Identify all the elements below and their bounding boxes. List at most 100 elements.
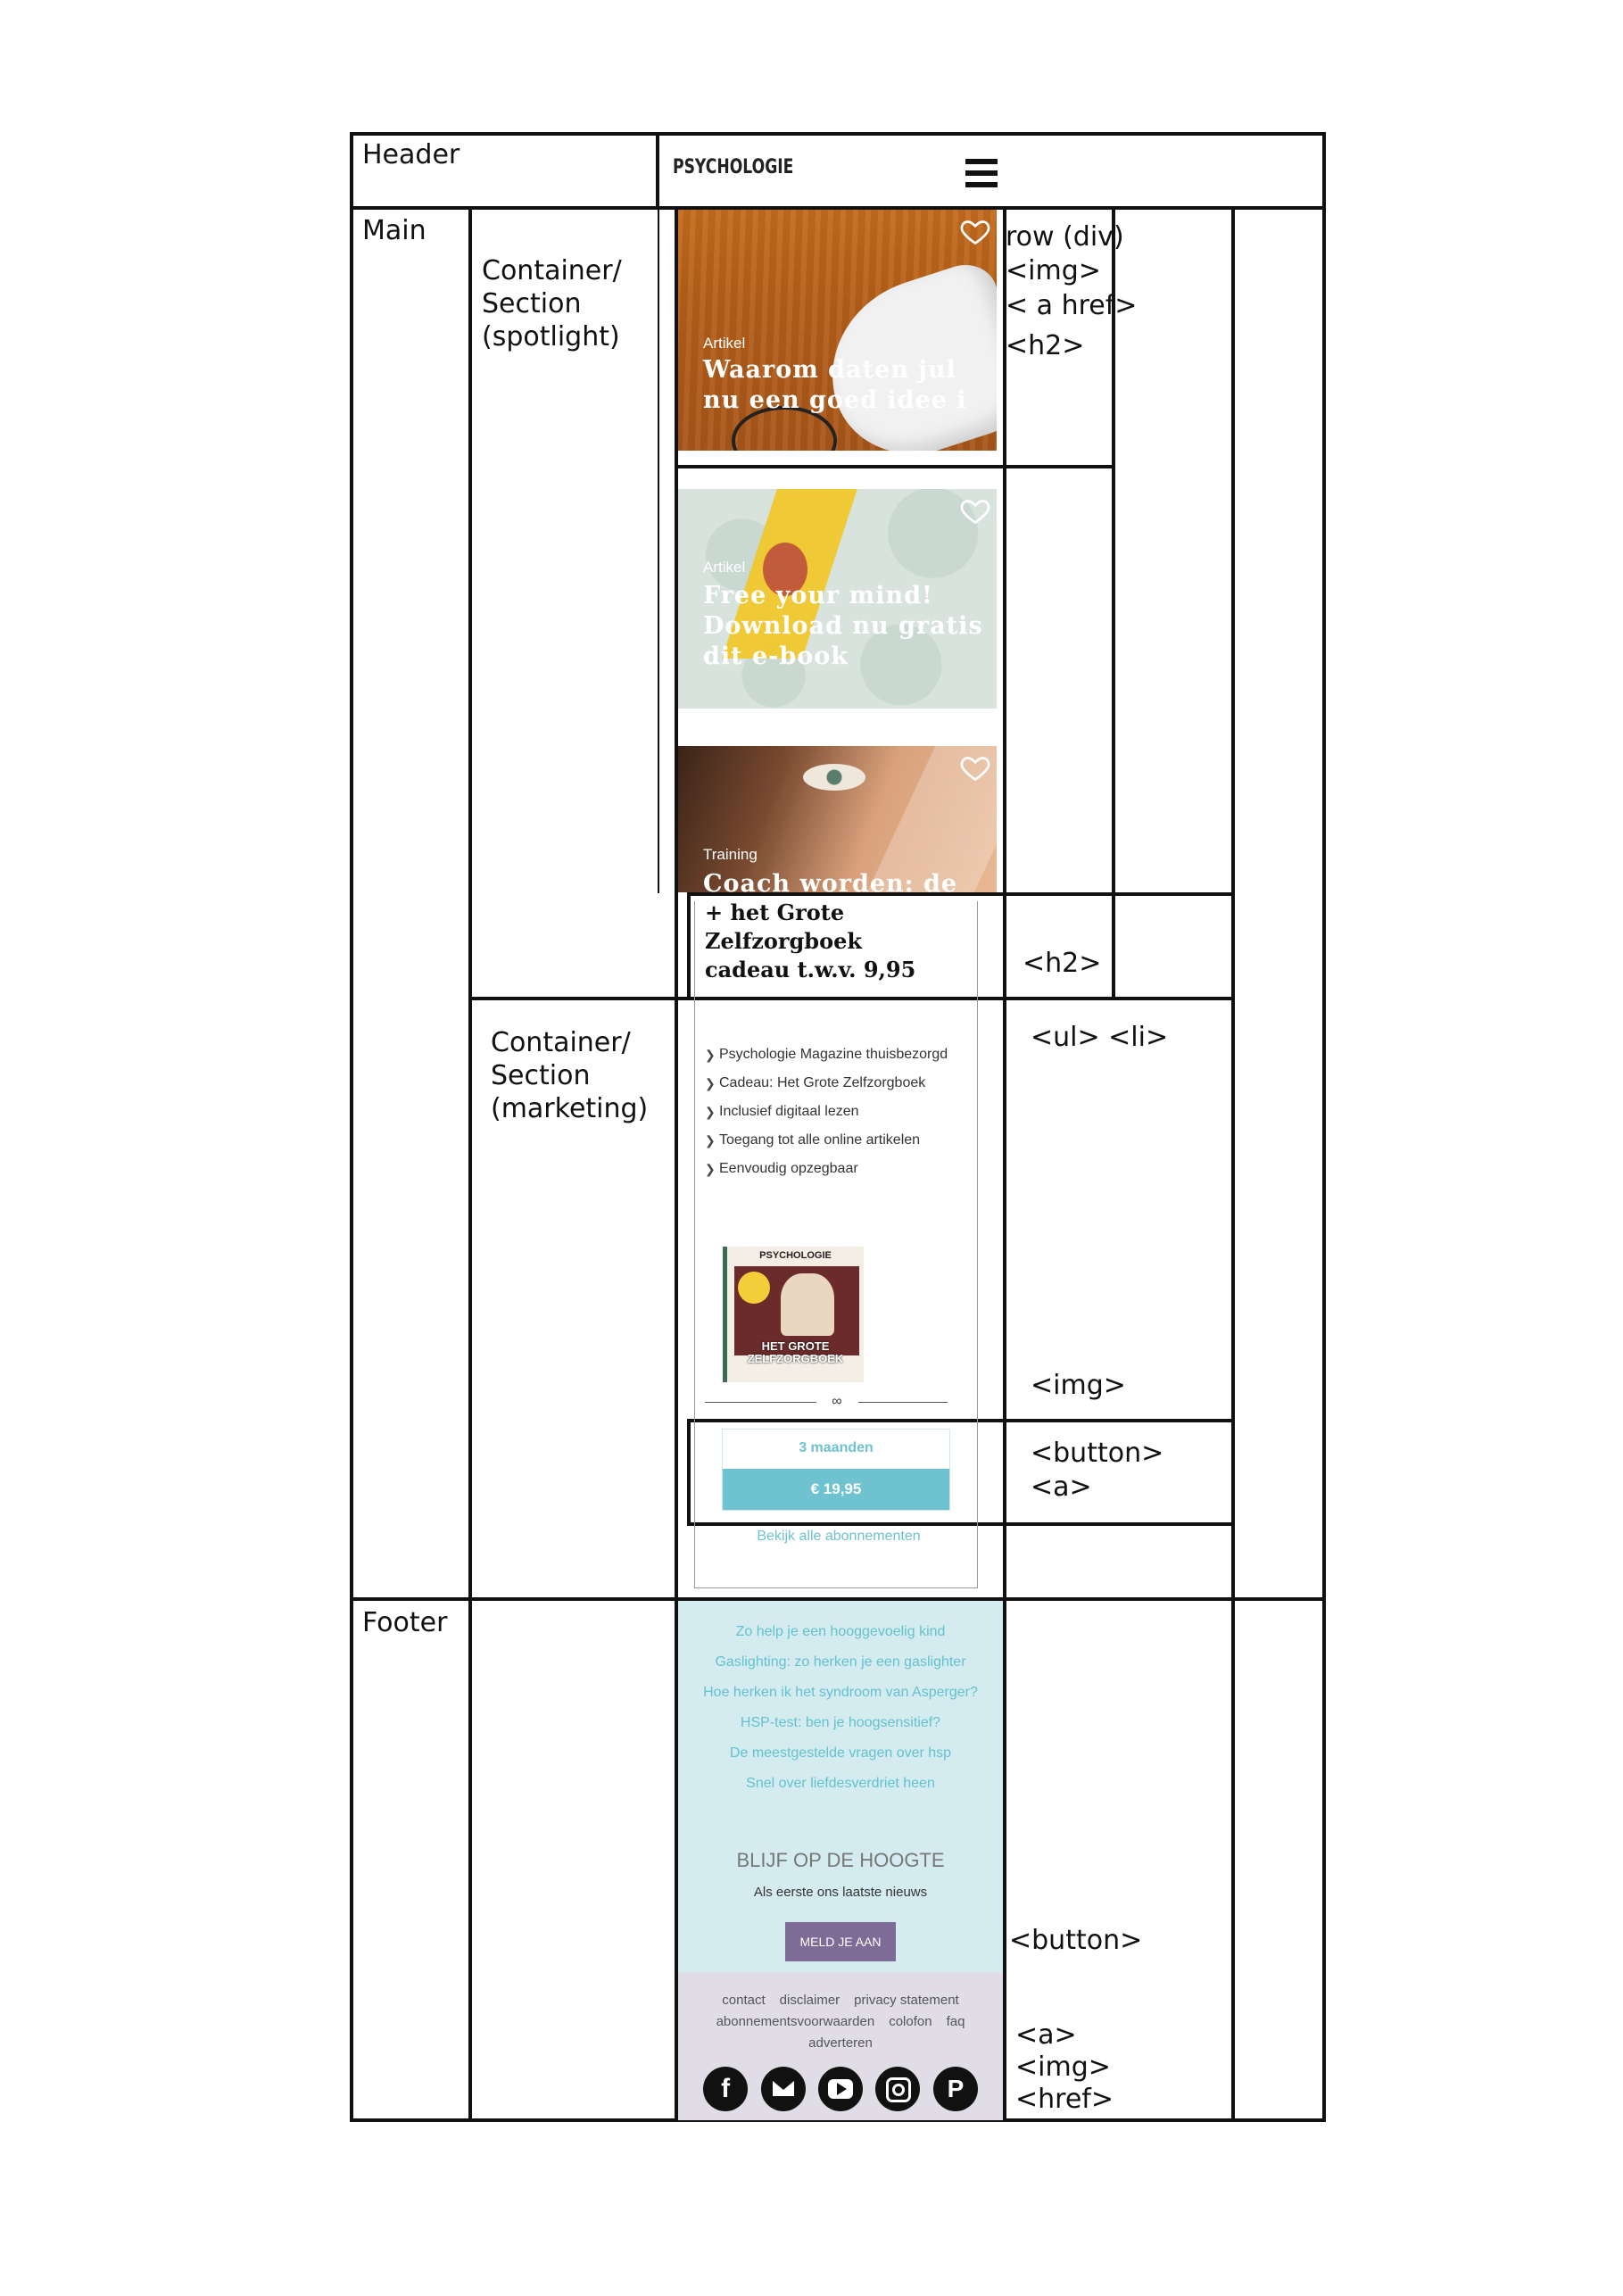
legal-links-row3: adverteren	[678, 2033, 1003, 2054]
newsletter-subtitle: Als eerste ons laatste nieuws	[753, 1885, 928, 1900]
list-item: ❯ Cadeau: Het Grote Zelfzorgboek	[705, 1073, 955, 1094]
book-cover-image: PSYCHOLOGIE HET GROTE ZELFZORGBOEK	[723, 1247, 864, 1382]
footer-link[interactable]: HSP-test: ben je hoogsensitief?	[678, 1708, 1003, 1738]
card-category: Artikel	[703, 335, 746, 352]
footer-link[interactable]: Gaslighting: zo herken je een gaslighter	[678, 1647, 1003, 1678]
footer-button-annotation: <button>	[1009, 1925, 1143, 1956]
legal-link[interactable]: disclaimer	[780, 1993, 840, 2008]
footer-links-panel: Zo help je een hooggevoelig kind Gasligh…	[678, 1601, 1003, 1972]
divider	[858, 1402, 948, 1403]
row-annotation-link: < a href>	[1006, 290, 1138, 321]
column-line-2	[656, 132, 659, 206]
footer-href-annotation: <href>	[1015, 2084, 1114, 2115]
footer-label: Footer	[362, 1607, 448, 1638]
h2-row-top-line	[687, 892, 1231, 896]
button-annotation: <button>	[1031, 1438, 1164, 1469]
list-annotation: <ul> <li>	[1031, 1022, 1169, 1053]
face-image	[803, 764, 865, 791]
thin-guide-line	[658, 206, 659, 893]
spotlight-section-label-line3: (spotlight)	[482, 321, 620, 352]
footer-link[interactable]: Zo help je een hooggevoelig kind	[678, 1617, 1003, 1647]
list-item: ❯ Toegang tot alle online artikelen	[705, 1130, 955, 1151]
column-line-6	[1231, 206, 1235, 2122]
footer-link[interactable]: De meestgestelde vragen over hsp	[678, 1738, 1003, 1769]
legal-panel: contact disclaimer privacy statement abonn…	[678, 1972, 1003, 2120]
card-title-line2: Download nu gratis	[703, 612, 983, 640]
legal-link[interactable]: abonnementsvoorwaarden	[716, 2014, 875, 2029]
newsletter-title: BLIJF OP DE HOOGTE	[736, 1849, 945, 1871]
marketing-section-label-line2: Section	[491, 1060, 591, 1091]
chevron-right-icon: ❯	[705, 1133, 716, 1148]
legal-links-row1: contact disclaimer privacy statement	[678, 1990, 1003, 2011]
spotlight-section-label-line2: Section	[482, 288, 582, 319]
ornament-icon: ∞	[832, 1394, 842, 1409]
marketing-section-label-line1: Container/	[491, 1027, 631, 1058]
spotlight-row1-line	[675, 465, 1115, 468]
button-row-left-line	[687, 1419, 691, 1522]
all-subscriptions-link[interactable]: Bekijk alle abonnementen	[705, 1529, 973, 1545]
mail-icon[interactable]	[760, 2067, 806, 2111]
footer-link[interactable]: Snel over liefdesverdriet heen	[678, 1769, 1003, 1799]
social-icons: f P	[678, 2067, 1003, 2111]
divider	[705, 1402, 816, 1403]
legal-link[interactable]: colofon	[889, 2014, 932, 2029]
subscription-option[interactable]: 3 maanden € 19,95	[722, 1429, 950, 1511]
card-title-line1: Free your mind!	[703, 582, 933, 609]
h2-annotation: <h2>	[1023, 948, 1102, 979]
legal-link[interactable]: faq	[947, 2014, 965, 2029]
chevron-right-icon: ❯	[705, 1076, 716, 1090]
column-line-1	[468, 206, 472, 2122]
card-category: Training	[703, 846, 758, 863]
row-annotation-img: <img>	[1006, 255, 1101, 286]
spotlight-card-3[interactable]: Training Coach worden: de	[678, 746, 997, 892]
youtube-icon[interactable]	[818, 2067, 863, 2111]
facebook-icon[interactable]: f	[703, 2067, 749, 2111]
anchor-annotation: <a>	[1031, 1471, 1092, 1503]
list-item: ❯ Psychologie Magazine thuisbezorgd	[705, 1044, 955, 1065]
list-item: ❯ Inclusief digitaal lezen	[705, 1101, 955, 1123]
book-brand: PSYCHOLOGIE	[759, 1250, 832, 1261]
heart-icon[interactable]	[959, 751, 991, 783]
spotlight-card-1[interactable]: Artikel Waarom daten jul nu een goed ide…	[678, 210, 997, 451]
card-title-line3: dit e-book	[703, 642, 849, 670]
site-logo[interactable]: PSYCHOLOGIE	[673, 156, 793, 190]
chevron-right-icon: ❯	[705, 1162, 716, 1176]
instagram-icon[interactable]	[875, 2067, 921, 2111]
legal-link[interactable]: adverteren	[808, 2035, 873, 2051]
footer-anchor-annotation: <a>	[1015, 2019, 1077, 2051]
marketing-box-top-edge	[694, 901, 695, 999]
spotlight-section-label-line1: Container/	[482, 255, 622, 286]
img-annotation: <img>	[1031, 1370, 1126, 1401]
legal-link[interactable]: contact	[722, 1993, 765, 2008]
footer-img-annotation: <img>	[1015, 2051, 1111, 2083]
main-label: Main	[362, 215, 426, 246]
card-title-line2: nu een goed idee i	[703, 386, 967, 414]
book-title-line2: ZELFZORGBOEK	[747, 1352, 844, 1365]
subscription-period: 3 maanden	[799, 1440, 874, 1455]
row-annotation-h2: <h2>	[1006, 330, 1085, 361]
heart-icon[interactable]	[959, 215, 991, 247]
column-line-5	[1112, 206, 1115, 997]
list-item: ❯ Eenvoudig opzegbaar	[705, 1158, 955, 1180]
pinterest-icon[interactable]: P	[932, 2067, 978, 2111]
heart-icon[interactable]	[959, 494, 991, 526]
subscribe-price-button[interactable]: € 19,95	[723, 1469, 949, 1510]
footer-link[interactable]: Hoe herken ik het syndroom van Asperger?	[678, 1678, 1003, 1708]
card-category: Artikel	[703, 559, 746, 576]
benefits-list: ❯ Psychologie Magazine thuisbezorgd ❯ Cade…	[705, 1044, 955, 1187]
row-annotation-div: row (div)	[1006, 221, 1124, 253]
chevron-right-icon: ❯	[705, 1048, 716, 1062]
marketing-section-label-line3: (marketing)	[491, 1093, 649, 1124]
card-title-line1: Waarom daten jul	[703, 356, 956, 384]
site-logo-text: PSYCHOLOGIE	[673, 156, 794, 178]
spotlight-card-2[interactable]: Artikel Free your mind! Download nu grat…	[678, 489, 997, 709]
legal-links-row2: abonnementsvoorwaarden colofon faq	[678, 2011, 1003, 2033]
h2-row-left-line	[687, 892, 691, 997]
newsletter-signup-button[interactable]: MELD JE AAN	[785, 1922, 896, 1961]
chevron-right-icon: ❯	[705, 1105, 716, 1119]
book-title-line1: HET GROTE	[761, 1339, 830, 1353]
legal-link[interactable]: privacy statement	[854, 1993, 959, 2008]
column-line-4	[1003, 206, 1006, 2122]
hamburger-menu-icon[interactable]	[965, 159, 998, 187]
header-label: Header	[362, 139, 460, 170]
